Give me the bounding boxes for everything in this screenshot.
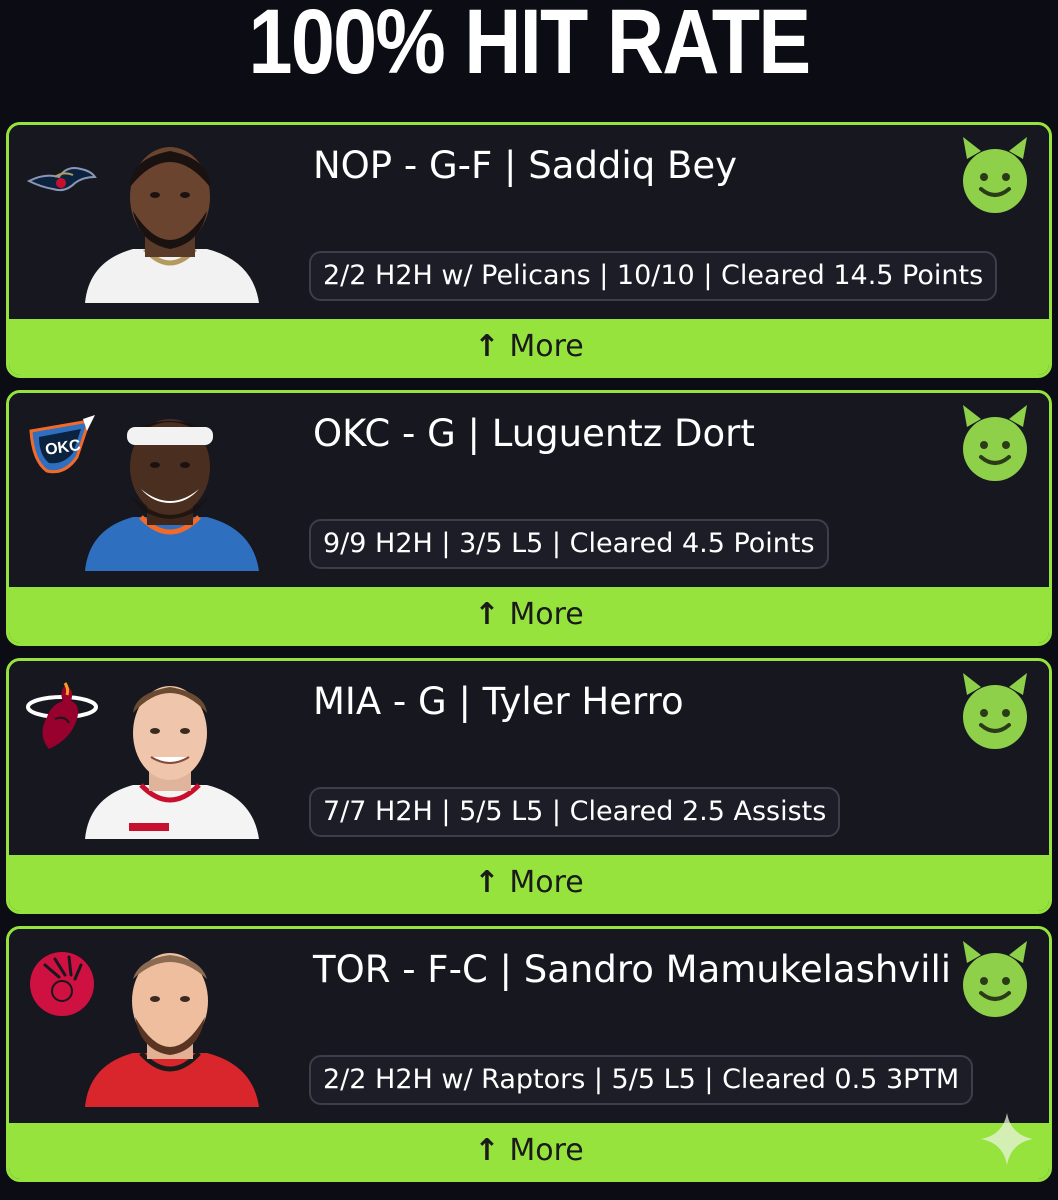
card-body: TOR - F-C | Sandro Mamukelashvili 2/2 H2… <box>9 929 1049 1129</box>
player-headline: NOP - G-F | Saddiq Bey <box>313 144 737 187</box>
stat-pill: 7/7 H2H | 5/5 L5 | Cleared 2.5 Assists <box>309 787 841 837</box>
player-headline: TOR - F-C | Sandro Mamukelashvili <box>313 948 952 991</box>
player-card[interactable]: OKC OKC - G | Luguentz Dort 9/9 H2H | 3/… <box>6 390 1052 646</box>
more-button[interactable]: ↑ More <box>9 1123 1049 1179</box>
more-button[interactable]: ↑ More <box>9 587 1049 643</box>
player-headshot <box>85 419 259 571</box>
stat-pill: 9/9 H2H | 3/5 L5 | Cleared 4.5 Points <box>309 519 829 569</box>
smiling-devil-icon <box>963 137 1027 213</box>
hit-rate-page: 100% HIT RATE NOP - G-F | Saddiq Bey 2/2… <box>0 0 1058 1200</box>
card-body: OKC OKC - G | Luguentz Dort 9/9 H2H | 3/… <box>9 393 1049 593</box>
more-button[interactable]: ↑ More <box>9 319 1049 375</box>
more-label: More <box>509 329 584 364</box>
card-body: MIA - G | Tyler Herro 7/7 H2H | 5/5 L5 |… <box>9 661 1049 861</box>
smiling-devil-icon <box>963 673 1027 749</box>
smiling-devil-icon <box>963 941 1027 1017</box>
stat-pill: 2/2 H2H w/ Pelicans | 10/10 | Cleared 14… <box>309 251 998 301</box>
arrow-up-icon: ↑ <box>474 1133 500 1168</box>
sparkle-icon <box>981 1113 1033 1165</box>
more-label: More <box>509 865 584 900</box>
arrow-up-icon: ↑ <box>474 597 500 632</box>
player-headshot <box>85 953 259 1107</box>
player-headshot <box>85 147 259 303</box>
player-card[interactable]: MIA - G | Tyler Herro 7/7 H2H | 5/5 L5 |… <box>6 658 1052 914</box>
more-label: More <box>509 597 584 632</box>
player-headline: OKC - G | Luguentz Dort <box>313 412 755 455</box>
player-headline: MIA - G | Tyler Herro <box>313 680 684 723</box>
stat-pill: 2/2 H2H w/ Raptors | 5/5 L5 | Cleared 0.… <box>309 1055 974 1105</box>
player-card[interactable]: NOP - G-F | Saddiq Bey 2/2 H2H w/ Pelica… <box>6 122 1052 378</box>
arrow-up-icon: ↑ <box>474 329 500 364</box>
player-card[interactable]: TOR - F-C | Sandro Mamukelashvili 2/2 H2… <box>6 926 1052 1182</box>
card-body: NOP - G-F | Saddiq Bey 2/2 H2H w/ Pelica… <box>9 125 1049 325</box>
player-headshot <box>85 686 259 839</box>
more-label: More <box>509 1133 584 1168</box>
arrow-up-icon: ↑ <box>474 865 500 900</box>
page-title: 100% HIT RATE <box>248 0 812 93</box>
smiling-devil-icon <box>963 405 1027 481</box>
more-button[interactable]: ↑ More <box>9 855 1049 911</box>
